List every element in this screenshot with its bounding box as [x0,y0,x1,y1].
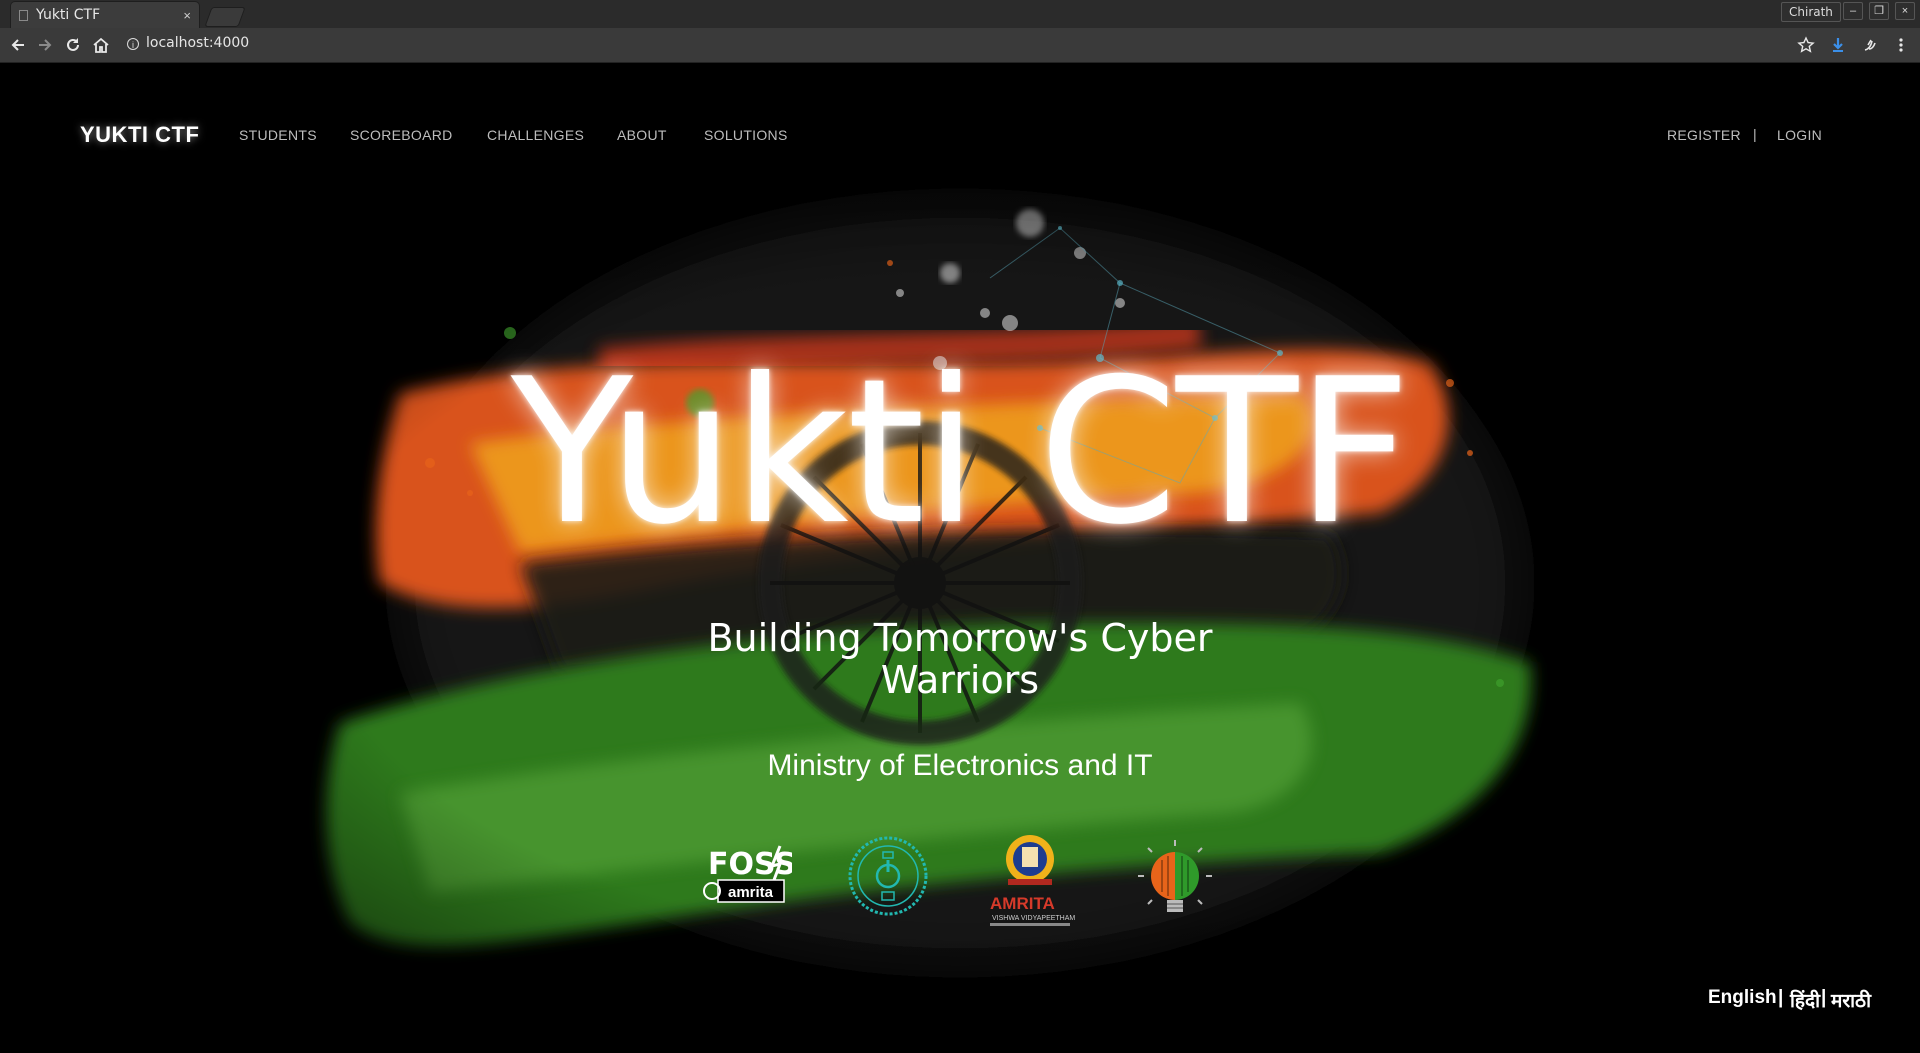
reload-icon[interactable] [64,36,82,54]
nav-separator: | [1753,126,1757,142]
address-bar[interactable]: localhost:4000 [146,35,249,51]
language-separator: | [1821,987,1827,1008]
page-icon [19,9,28,21]
club-circuit-logo [848,836,928,916]
brand-logo-text[interactable]: YUKTI CTF [80,122,199,148]
nav-register[interactable]: REGISTER [1667,127,1741,143]
hero-subtitle: Building Tomorrow's Cyber Warriors [707,616,1213,702]
page-content: YUKTI CTF STUDENTS SCOREBOARD CHALLENGES… [0,63,1920,1053]
amrita-vishwa-vidyapeetham-logo: AMRITA VISHWA VIDYAPEETHAM [990,835,1075,926]
browser-tab[interactable]: Yukti CTF × [10,1,200,28]
language-separator: | [1778,987,1784,1008]
bookmark-star-icon[interactable] [1797,36,1815,54]
language-hindi[interactable]: हिंदी [1790,987,1820,1013]
language-english[interactable]: English [1708,987,1777,1009]
download-extension-icon[interactable] [1829,36,1847,54]
extension-icon[interactable] [1861,36,1879,54]
svg-text:AMRITA: AMRITA [990,894,1055,913]
language-marathi[interactable]: मराठी [1831,987,1871,1013]
hero-title: Yukti CTF [510,336,1411,569]
nav-students[interactable]: STUDENTS [239,127,317,143]
nav-challenges[interactable]: CHALLENGES [487,127,584,143]
menu-kebab-icon[interactable] [1892,36,1910,54]
tab-title: Yukti CTF [36,7,101,23]
svg-text:amrita: amrita [728,884,774,901]
digital-brain-bulb-logo [1138,840,1212,912]
home-icon[interactable] [92,36,110,54]
nav-solutions[interactable]: SOLUTIONS [704,127,788,143]
nav-login[interactable]: LOGIN [1777,127,1822,143]
browser-tabstrip: Yukti CTF × Chirath – ❐ × [0,0,1920,29]
back-icon[interactable] [9,36,27,54]
tab-close-icon[interactable]: × [183,8,191,23]
browser-toolbar: i localhost:4000 [0,28,1920,63]
site-info-icon[interactable]: i [127,38,139,50]
nav-about[interactable]: ABOUT [617,127,667,143]
profile-button[interactable]: Chirath [1781,2,1841,22]
restore-button[interactable]: ❐ [1869,2,1889,20]
foss-amrita-logo: FOSS amrita [703,845,792,903]
ministry-text: Ministry of Electronics and IT [767,749,1153,782]
new-tab-button[interactable] [204,7,246,27]
svg-text:VISHWA VIDYAPEETHAM: VISHWA VIDYAPEETHAM [992,915,1075,922]
window-close-button[interactable]: × [1895,2,1915,20]
forward-icon[interactable] [36,36,54,54]
minimize-button[interactable]: – [1843,2,1863,20]
nav-scoreboard[interactable]: SCOREBOARD [350,127,453,143]
